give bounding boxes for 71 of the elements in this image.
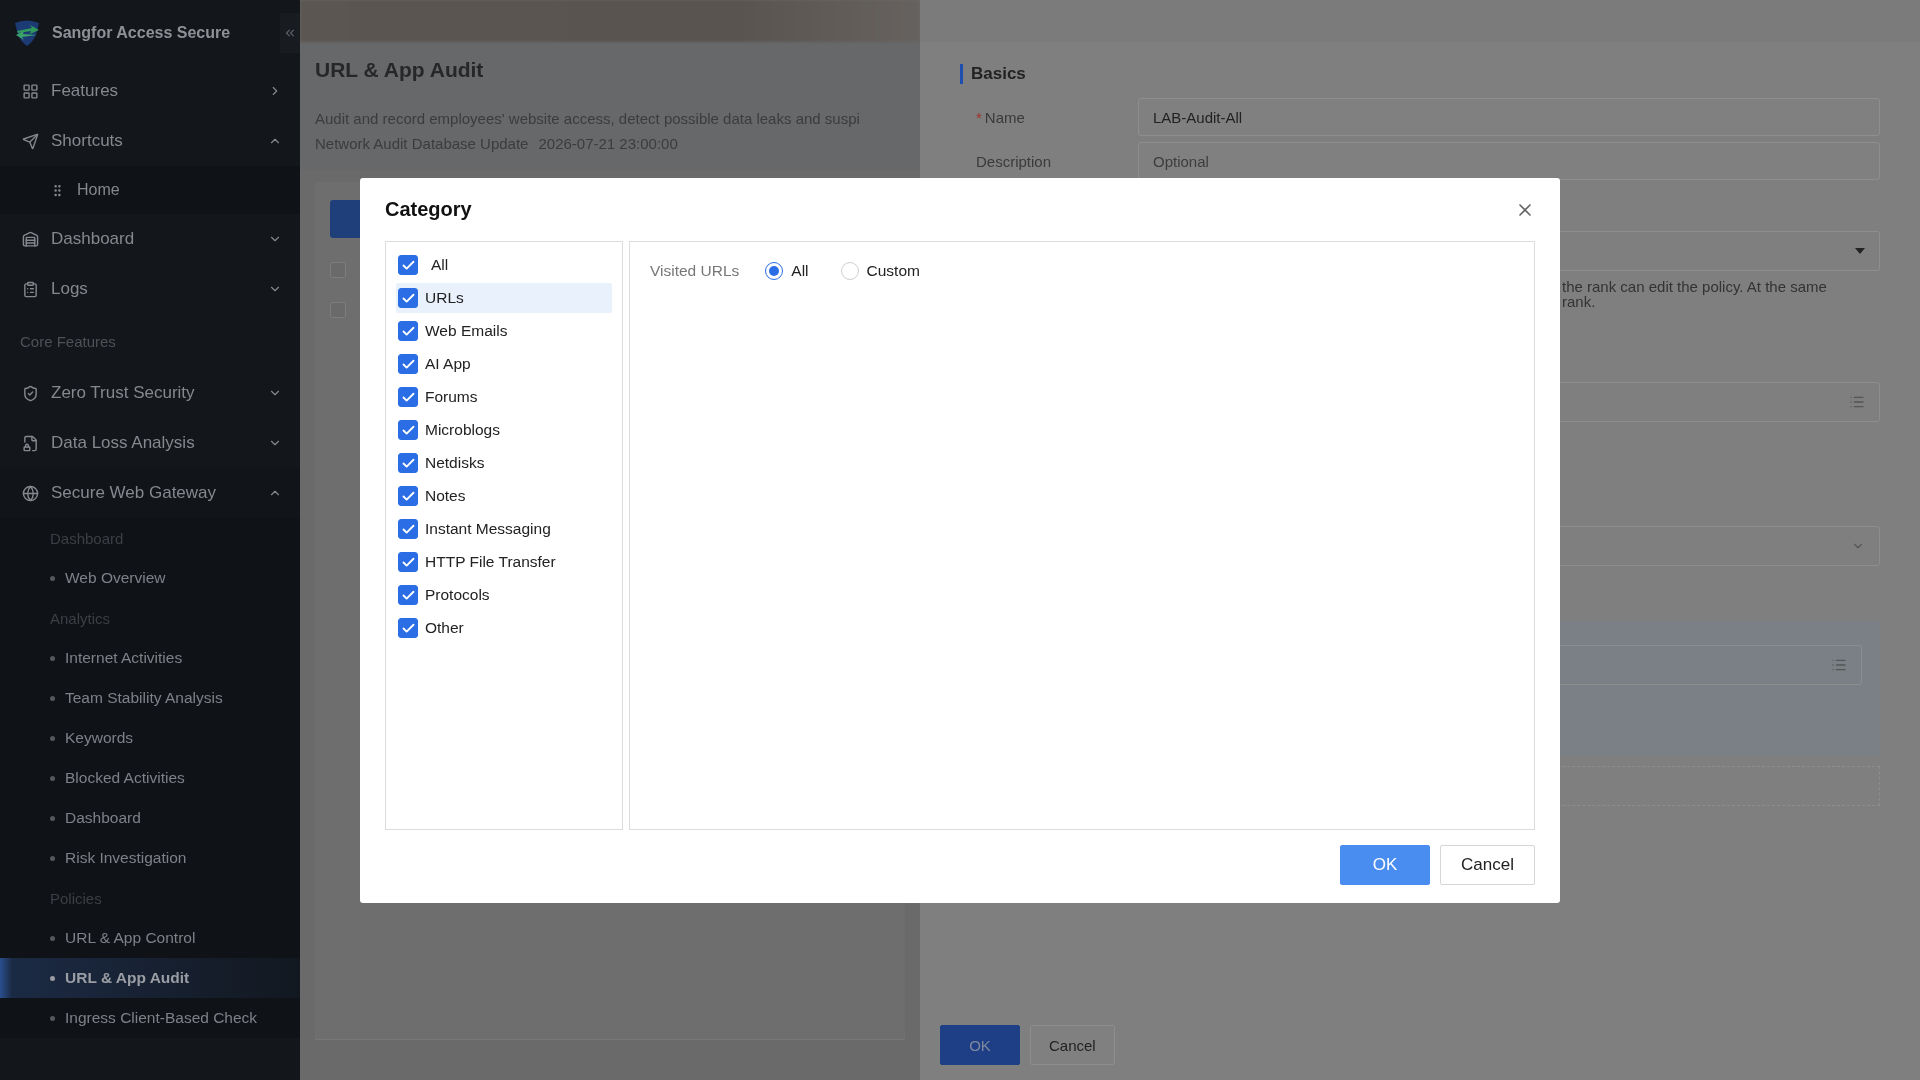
menu-item[interactable]: Shortcuts: [0, 116, 300, 166]
checkbox[interactable]: [398, 354, 418, 374]
checkbox[interactable]: [398, 420, 418, 440]
menu-item[interactable]: Features: [0, 66, 300, 116]
text-field[interactable]: LAB-Audit-All: [1138, 98, 1880, 136]
category-item[interactable]: Other: [396, 613, 612, 643]
menu-item[interactable]: Data Loss Analysis: [0, 418, 300, 468]
menu-item[interactable]: Dashboard: [0, 214, 300, 264]
ok-button[interactable]: OK: [940, 1025, 1020, 1065]
menu-item[interactable]: Zero Trust Security: [0, 368, 300, 418]
field-label: Name: [984, 108, 1025, 126]
checkbox[interactable]: [398, 519, 418, 539]
caret-down-icon: [1855, 248, 1865, 254]
category-item[interactable]: Forums: [396, 382, 612, 412]
submenu-item[interactable]: URL & App Audit: [0, 958, 300, 998]
category-item[interactable]: Netdisks: [396, 448, 612, 478]
submenu-item[interactable]: Ingress Client-Based Check: [0, 998, 300, 1038]
page-title: URL & App Audit: [315, 58, 485, 82]
category-item[interactable]: Instant Messaging: [396, 514, 612, 544]
radio-option[interactable]: Custom: [840, 262, 920, 280]
section-title: Basics: [960, 64, 1880, 84]
checkbox[interactable]: [398, 288, 418, 308]
ok-button[interactable]: OK: [1340, 845, 1431, 885]
category-item[interactable]: HTTP File Transfer: [396, 547, 612, 577]
shield-icon: [22, 384, 39, 402]
double-chevron-left-icon: [283, 26, 297, 40]
file-lock-icon: [22, 434, 39, 452]
globe-icon: [22, 484, 39, 502]
submenu-item[interactable]: Dashboard: [0, 798, 300, 838]
dialog-title: Category: [385, 198, 472, 221]
menu-item[interactable]: Logs: [0, 264, 300, 314]
checkbox[interactable]: [398, 585, 418, 605]
cancel-button[interactable]: Cancel: [1440, 845, 1535, 885]
category-item[interactable]: Protocols: [396, 580, 612, 610]
brand-name: Sangfor Access Secure: [52, 24, 232, 42]
menu-section-heading: Core Features: [19, 331, 117, 352]
logo-icon: [12, 19, 42, 47]
list-icon: [1849, 394, 1865, 410]
checkbox[interactable]: [398, 552, 418, 572]
submenu-item[interactable]: URL & App Control: [0, 918, 300, 958]
checkbox[interactable]: [398, 618, 418, 638]
required-mark: *: [976, 108, 982, 126]
submenu-item[interactable]: Team Stability Analysis: [0, 678, 300, 718]
submenu-item[interactable]: Internet Activities: [0, 638, 300, 678]
radio-option[interactable]: All: [765, 262, 809, 280]
grid-icon: [22, 82, 39, 100]
category-item[interactable]: Microblogs: [396, 415, 612, 445]
option-label: Visited URLs: [650, 262, 740, 280]
submenu-item[interactable]: Web Overview: [0, 558, 300, 598]
checkbox[interactable]: [398, 486, 418, 506]
text-field[interactable]: Optional: [1138, 142, 1880, 180]
document-icon: [22, 280, 39, 298]
category-item[interactable]: URLs: [396, 283, 612, 313]
menu-item[interactable]: Home: [0, 166, 300, 214]
checkbox[interactable]: [398, 387, 418, 407]
category-item[interactable]: AI App: [396, 349, 612, 379]
checkbox[interactable]: [398, 321, 418, 341]
category-item[interactable]: Notes: [396, 481, 612, 511]
category-item[interactable]: Web Emails: [396, 316, 612, 346]
submenu-item[interactable]: Risk Investigation: [0, 838, 300, 878]
warehouse-icon: [22, 230, 39, 248]
hint-text: the rank can edit the policy. At the same rank.: [1562, 279, 1828, 309]
category-item[interactable]: All: [396, 250, 612, 280]
cancel-button[interactable]: Cancel: [1030, 1025, 1115, 1065]
list-icon: [1831, 657, 1847, 673]
paper-plane-icon: [22, 132, 39, 150]
submenu-item[interactable]: Blocked Activities: [0, 758, 300, 798]
checkbox[interactable]: [398, 255, 418, 275]
submenu-item[interactable]: Keywords: [0, 718, 300, 758]
field-label: Description: [976, 152, 1052, 170]
checkbox[interactable]: [398, 453, 418, 473]
